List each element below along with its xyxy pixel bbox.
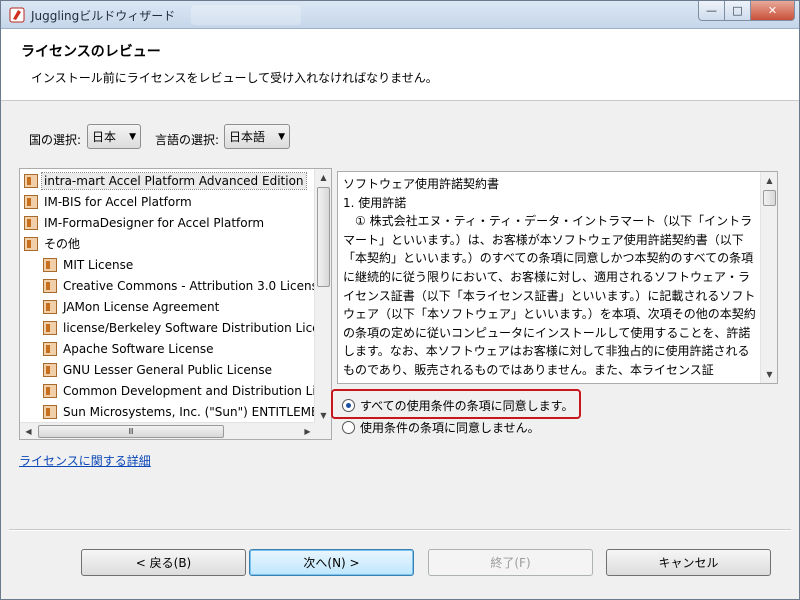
package-icon: [43, 341, 57, 356]
tree-item[interactable]: Sun Microsystems, Inc. ("Sun") ENTITLEME…: [43, 401, 316, 422]
license-paragraph: 1. 使用許諾: [343, 195, 407, 210]
package-icon: [43, 320, 57, 335]
grip-icon: Ⅲ: [128, 427, 134, 436]
scroll-up-icon[interactable]: ▲: [315, 169, 331, 186]
tree-item[interactable]: JAMon License Agreement: [43, 296, 221, 317]
tree-item[interactable]: IM-FormaDesigner for Accel Platform: [24, 212, 266, 233]
tree-item-label: Sun Microsystems, Inc. ("Sun") ENTITLEME…: [63, 404, 316, 419]
package-icon: [24, 215, 38, 230]
language-label: 言語の選択:: [155, 133, 220, 147]
country-label: 国の選択:: [29, 133, 82, 147]
tree-item-label: JAMon License Agreement: [63, 299, 220, 314]
close-icon: ✕: [767, 4, 778, 17]
tree-item-label: IM-FormaDesigner for Accel Platform: [44, 215, 265, 230]
maximize-icon: □: [732, 4, 743, 17]
tree-vscroll-thumb[interactable]: [317, 187, 330, 287]
license-vscroll-thumb[interactable]: [763, 190, 776, 206]
minimize-button[interactable]: —: [698, 1, 725, 21]
tree-hscroll-thumb[interactable]: Ⅲ: [38, 425, 224, 438]
package-icon: [24, 194, 38, 209]
back-button[interactable]: < 戻る(B): [81, 549, 246, 576]
license-paragraph: ソフトウェア使用許諾契約書: [343, 177, 500, 191]
tree-item[interactable]: Common Development and Distribution Lice…: [43, 380, 316, 401]
footer-separator: [9, 529, 791, 531]
package-icon: [43, 257, 57, 272]
package-icon: [24, 173, 38, 188]
agree-radio[interactable]: [342, 399, 355, 412]
tree-item[interactable]: license/Berkeley Software Distribution L…: [43, 317, 316, 338]
minimize-icon: —: [706, 4, 717, 17]
window-title: Jugglingビルドウィザード: [31, 9, 176, 23]
wizard-window: Jugglingビルドウィザード — □ ✕ ライセンスのレビュー インストール…: [0, 0, 800, 600]
package-icon: [43, 362, 57, 377]
agree-radio-option[interactable]: すべての使用条件の条項に同意します。: [342, 397, 573, 414]
package-icon: [43, 404, 57, 419]
tree-item[interactable]: IM-BIS for Accel Platform: [24, 191, 194, 212]
package-icon: [43, 299, 57, 314]
scroll-left-icon[interactable]: ◀: [20, 423, 37, 439]
tree-item-label: Apache Software License: [63, 341, 214, 356]
license-vertical-scrollbar[interactable]: ▲ ▼: [760, 172, 777, 383]
tree-item-label: intra-mart Accel Platform Advanced Editi…: [41, 171, 307, 190]
tree-item-label: その他: [44, 237, 81, 251]
disagree-radio[interactable]: [342, 421, 355, 434]
tree-horizontal-scrollbar[interactable]: ◀ Ⅲ ▶: [20, 422, 316, 439]
tree-item-label: Common Development and Distribution Lice…: [63, 383, 316, 398]
tree-item-label: IM-BIS for Accel Platform: [44, 194, 192, 209]
scroll-down-icon[interactable]: ▼: [761, 366, 777, 383]
package-icon: [24, 236, 38, 251]
chevron-down-icon: ▼: [278, 131, 285, 142]
package-icon: [43, 278, 57, 293]
maximize-button[interactable]: □: [725, 1, 751, 21]
agree-label: すべての使用条件の条項に同意します。: [360, 399, 574, 413]
cancel-button[interactable]: キャンセル: [606, 549, 771, 576]
package-icon: [43, 383, 57, 398]
window-controls: — □ ✕: [698, 1, 795, 21]
country-value: 日本: [92, 130, 117, 144]
license-text-area[interactable]: ソフトウェア使用許諾契約書 1. 使用許諾 ① 株式会社エヌ・ティ・ティ・データ・…: [337, 171, 778, 384]
wizard-header: ライセンスのレビュー インストール前にライセンスをレビューして受け入れなければな…: [1, 29, 799, 101]
tree-item-label: GNU Lesser General Public License: [63, 362, 273, 377]
tree-vertical-scrollbar[interactable]: ▲ ▼: [314, 169, 331, 424]
juggling-app-icon: [9, 7, 25, 23]
license-tree[interactable]: intra-mart Accel Platform Advanced Editi…: [19, 168, 332, 440]
disagree-label: 使用条件の条項に同意しません。: [360, 421, 540, 435]
scroll-up-icon[interactable]: ▲: [761, 172, 777, 189]
license-details-link[interactable]: ライセンスに関する詳細: [19, 452, 151, 469]
tree-item-label: Creative Commons - Attribution 3.0 Licen…: [63, 278, 316, 293]
close-button[interactable]: ✕: [751, 1, 795, 21]
tree-item-label: MIT License: [63, 257, 134, 272]
tree-item[interactable]: intra-mart Accel Platform Advanced Editi…: [24, 170, 307, 191]
title-bar-ghost: [191, 5, 301, 25]
page-title: ライセンスのレビュー: [21, 44, 161, 60]
tree-item[interactable]: MIT License: [43, 254, 135, 275]
page-description: インストール前にライセンスをレビューして受け入れなければなりません。: [31, 71, 438, 85]
license-text-body[interactable]: ソフトウェア使用許諾契約書 1. 使用許諾 ① 株式会社エヌ・ティ・ティ・データ・…: [338, 172, 761, 383]
finish-button[interactable]: 終了(F): [428, 549, 593, 576]
title-bar[interactable]: Jugglingビルドウィザード — □ ✕: [1, 1, 799, 29]
scroll-corner: [314, 422, 331, 439]
license-tree-list[interactable]: intra-mart Accel Platform Advanced Editi…: [20, 169, 316, 424]
language-value: 日本語: [229, 130, 266, 144]
tree-item[interactable]: その他: [24, 233, 82, 254]
tree-item[interactable]: GNU Lesser General Public License: [43, 359, 274, 380]
next-button[interactable]: 次へ(N) >: [249, 549, 414, 576]
language-select[interactable]: 日本語 ▼: [224, 124, 290, 149]
tree-item-label: license/Berkeley Software Distribution L…: [63, 320, 316, 335]
tree-item[interactable]: Apache Software License: [43, 338, 216, 359]
tree-item[interactable]: Creative Commons - Attribution 3.0 Licen…: [43, 275, 316, 296]
chevron-down-icon: ▼: [129, 131, 136, 142]
license-paragraph: ① 株式会社エヌ・ティ・ティ・データ・イントラマート（以下「イントラマート」とい…: [343, 214, 756, 377]
disagree-radio-option[interactable]: 使用条件の条項に同意しません。: [342, 419, 540, 436]
country-select[interactable]: 日本 ▼: [87, 124, 141, 149]
